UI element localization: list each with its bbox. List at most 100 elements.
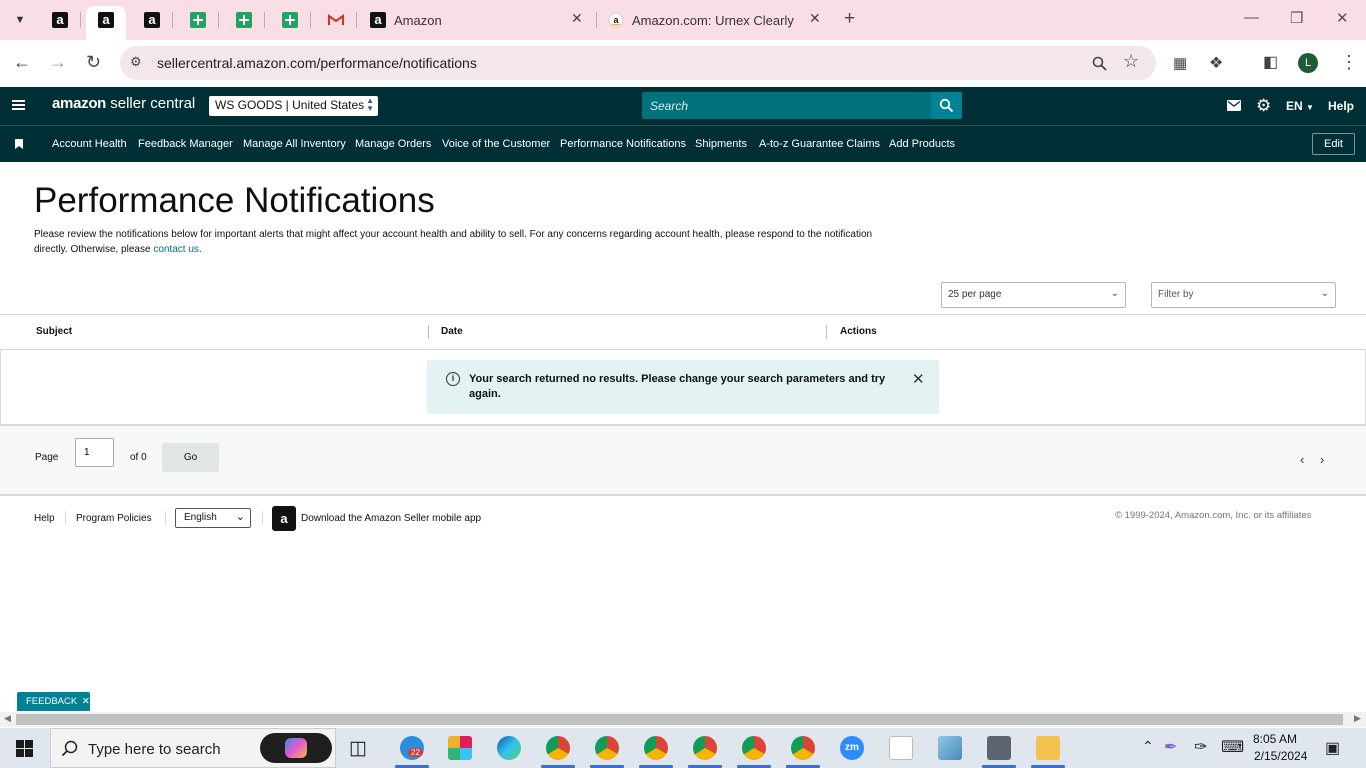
nav-item-performance-notifications[interactable]: Performance Notifications [560, 138, 686, 150]
close-icon[interactable]: ✕ [912, 370, 925, 388]
chrome-icon[interactable] [644, 736, 668, 760]
browser-tab[interactable] [277, 7, 303, 33]
pen-settings-icon[interactable]: ✑ [1194, 737, 1207, 757]
per-page-select[interactable]: 25 per page ⌄ [941, 282, 1126, 308]
nav-item-voice-of-customer[interactable]: Voice of the Customer [442, 138, 550, 150]
qr-code-icon[interactable]: ▦ [1173, 54, 1187, 72]
feedback-tab[interactable]: FEEDBACK ✕ [17, 692, 90, 711]
hamburger-menu-icon[interactable] [12, 100, 25, 110]
chrome-icon[interactable] [791, 736, 815, 760]
zoom-search-icon[interactable] [1092, 56, 1107, 71]
back-arrow-icon[interactable]: ← [13, 52, 31, 73]
filter-by-select[interactable]: Filter by ⌄ [1151, 282, 1336, 308]
keyboard-icon[interactable]: ⌨ [1221, 737, 1244, 757]
browser-tab[interactable]: a [93, 7, 119, 33]
close-icon[interactable]: ✕ [82, 696, 90, 707]
windows-start-icon[interactable] [16, 740, 33, 757]
clock-date[interactable]: 2/15/2024 [1254, 749, 1307, 763]
horizontal-scrollbar[interactable]: ◀ ▶ [0, 712, 1366, 727]
chrome-icon[interactable] [693, 736, 717, 760]
copilot-icon[interactable] [260, 733, 332, 763]
chrome-icon[interactable] [595, 736, 619, 760]
restore-icon[interactable]: ❐ [1290, 9, 1303, 27]
scroll-right-icon[interactable]: ▶ [1354, 713, 1361, 724]
go-button[interactable]: Go [162, 443, 219, 472]
edge-icon[interactable] [497, 736, 521, 760]
browser-tab[interactable]: a [47, 7, 73, 33]
footer-language-value: English [184, 512, 217, 523]
forward-arrow-icon[interactable]: → [49, 52, 67, 73]
footer-divider [65, 511, 66, 525]
mail-icon[interactable] [1227, 100, 1241, 111]
bookmark-star-icon[interactable]: ☆ [1123, 51, 1139, 72]
chrome-icon[interactable] [742, 736, 766, 760]
alert-message: Your search returned no results. Please … [469, 373, 886, 400]
bookmark-icon[interactable] [15, 139, 23, 149]
address-bar[interactable]: ⚙ sellercentral.amazon.com/performance/n… [120, 46, 1156, 80]
column-header-subject[interactable]: Subject [36, 326, 72, 337]
nav-item-feedback-manager[interactable]: Feedback Manager [138, 138, 233, 150]
file-explorer-icon[interactable] [1036, 736, 1060, 760]
header-help-link[interactable]: Help [1328, 99, 1354, 113]
zoom-app-icon[interactable]: zm [840, 736, 864, 760]
browser-tab[interactable] [231, 7, 257, 33]
pulse-app-icon[interactable] [889, 736, 913, 760]
slack-icon[interactable] [448, 736, 472, 760]
browser-tab[interactable]: a [603, 7, 629, 33]
page-number-input[interactable] [75, 438, 114, 467]
footer-language-select[interactable]: English ⌄ [175, 508, 251, 528]
header-search-button[interactable] [931, 92, 962, 119]
copyright-text: © 1999-2024, Amazon.com, Inc. or its aff… [1115, 510, 1312, 521]
language-selector[interactable]: EN ▼ [1286, 99, 1314, 113]
pen-icon[interactable]: ✒ [1164, 737, 1177, 757]
nav-edit-button[interactable]: Edit [1312, 133, 1355, 155]
program-policies-link[interactable]: Program Policies [76, 513, 152, 524]
tab-close-icon[interactable]: ✕ [809, 10, 821, 27]
side-panel-icon[interactable]: ◧ [1263, 52, 1278, 72]
clock-time[interactable]: 8:05 AM [1253, 732, 1297, 746]
calculator-icon[interactable] [987, 736, 1011, 760]
download-app-link[interactable]: Download the Amazon Seller mobile app [301, 513, 481, 524]
minimize-icon[interactable]: — [1244, 9, 1259, 26]
browser-menu-icon[interactable]: ⋮ [1340, 52, 1358, 73]
contact-us-link[interactable]: contact us [153, 244, 199, 255]
footer-help-link[interactable]: Help [34, 513, 55, 524]
profile-avatar[interactable]: L [1298, 53, 1318, 73]
nav-item-manage-orders[interactable]: Manage Orders [355, 138, 431, 150]
extensions-puzzle-icon[interactable]: ❖ [1209, 53, 1223, 73]
browser-tab[interactable] [323, 7, 349, 33]
browser-tab[interactable]: a [365, 7, 391, 33]
nav-item-add-products[interactable]: Add Products [889, 138, 955, 150]
notes-app-icon[interactable] [938, 736, 962, 760]
chrome-icon[interactable] [546, 736, 570, 760]
scroll-left-icon[interactable]: ◀ [4, 713, 11, 724]
window-close-icon[interactable]: ✕ [1336, 9, 1349, 27]
new-tab-plus-icon[interactable]: + [844, 8, 855, 30]
next-page-icon[interactable]: › [1320, 452, 1324, 467]
nav-item-shipments[interactable]: Shipments [695, 138, 747, 150]
previous-page-icon[interactable]: ‹ [1300, 452, 1304, 467]
url-text: sellercentral.amazon.com/performance/not… [157, 55, 477, 71]
logo-brand: amazon [52, 95, 107, 112]
column-header-date[interactable]: Date [441, 326, 463, 337]
nav-item-manage-all-inventory[interactable]: Manage All Inventory [243, 138, 346, 150]
nav-item-account-health[interactable]: Account Health [52, 138, 127, 150]
nav-item-a-to-z-claims[interactable]: A-to-z Guarantee Claims [759, 138, 880, 150]
amazon-seller-app-icon[interactable]: a [272, 506, 296, 531]
account-switcher[interactable]: WS GOODS | United States ▲ ▼ [209, 96, 378, 116]
seller-central-logo[interactable]: amazon seller central [52, 95, 195, 112]
show-hidden-icons-chevron-icon[interactable]: ⌃ [1142, 738, 1154, 755]
tab-close-icon[interactable]: ✕ [571, 10, 583, 27]
browser-tab[interactable]: a [139, 7, 165, 33]
settings-gear-icon[interactable]: ⚙ [1256, 96, 1271, 116]
header-search-input[interactable]: Search [642, 92, 931, 119]
reload-icon[interactable]: ↻ [86, 52, 101, 73]
notification-center-icon[interactable]: ▣ [1325, 738, 1340, 758]
scrollbar-thumb[interactable] [16, 714, 1343, 725]
page-title: Performance Notifications [34, 181, 435, 220]
site-info-icon[interactable]: ⚙ [130, 54, 142, 70]
tab-search-dropdown[interactable]: ▼ [7, 7, 33, 33]
tab-divider [172, 12, 173, 28]
browser-tab[interactable] [185, 7, 211, 33]
task-view-icon[interactable]: ◫ [349, 737, 367, 760]
